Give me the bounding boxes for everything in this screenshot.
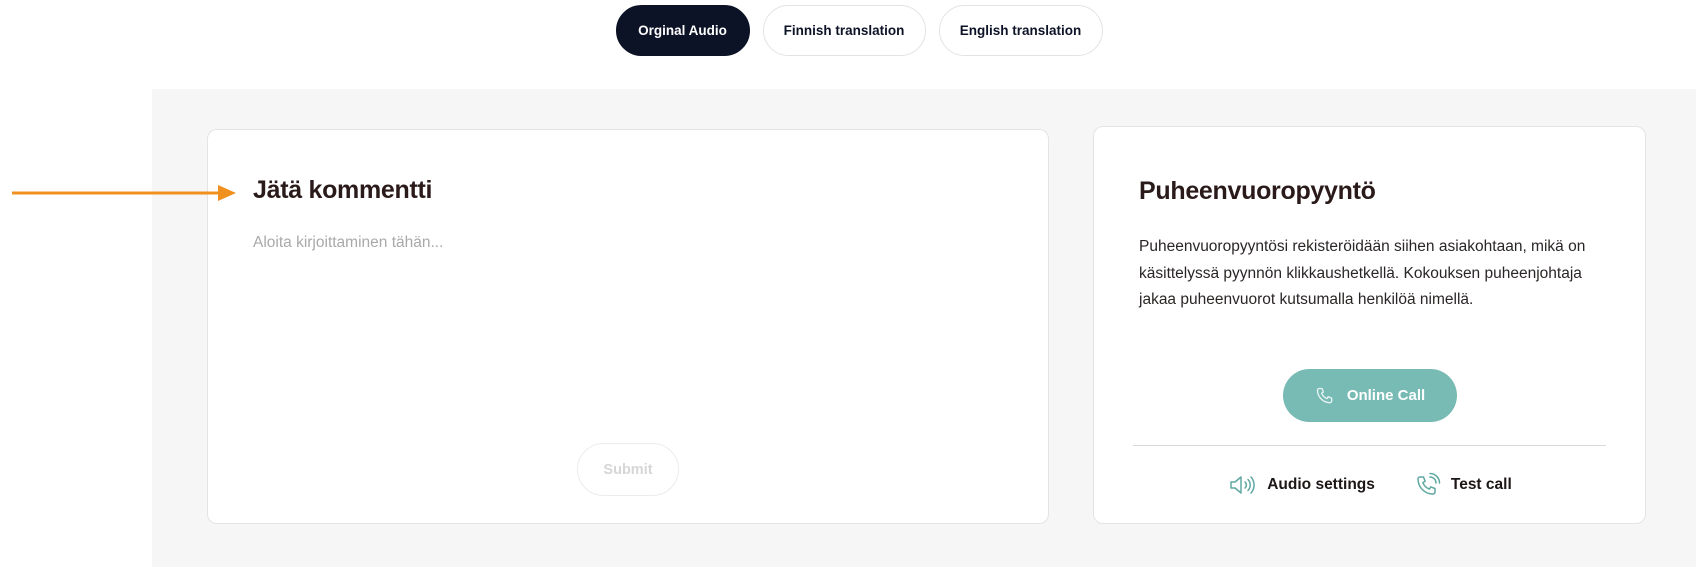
comment-title: Jätä kommentti — [253, 176, 433, 204]
divider — [1133, 445, 1606, 446]
comment-input[interactable] — [253, 234, 1003, 394]
arrow-right-icon — [12, 185, 236, 201]
phone-ringing-icon — [1415, 472, 1441, 498]
online-call-button[interactable]: Online Call — [1283, 369, 1457, 422]
tab-finnish-translation[interactable]: Finnish translation — [762, 5, 926, 56]
audio-settings-link[interactable]: Audio settings — [1229, 472, 1375, 498]
speaker-icon — [1229, 474, 1257, 496]
submit-button[interactable]: Submit — [577, 443, 679, 496]
phone-icon — [1315, 386, 1335, 406]
call-actions: Audio settings Test call — [1094, 472, 1645, 498]
audio-settings-label: Audio settings — [1267, 476, 1375, 493]
test-call-link[interactable]: Test call — [1415, 472, 1512, 498]
tab-original-audio[interactable]: Orginal Audio — [615, 5, 750, 56]
tab-english-translation[interactable]: English translation — [938, 5, 1103, 56]
speech-request-card: Puheenvuoropyyntö Puheenvuoropyyntösi re… — [1093, 126, 1646, 524]
speech-request-description: Puheenvuoropyyntösi rekisteröidään siihe… — [1139, 238, 1586, 308]
online-call-label: Online Call — [1346, 387, 1426, 404]
speech-request-title: Puheenvuoropyyntö — [1139, 177, 1376, 205]
language-tabs: Orginal Audio Finnish translation Englis… — [0, 5, 1696, 56]
comment-card: Jätä kommentti Submit — [207, 129, 1049, 524]
test-call-label: Test call — [1450, 476, 1512, 493]
